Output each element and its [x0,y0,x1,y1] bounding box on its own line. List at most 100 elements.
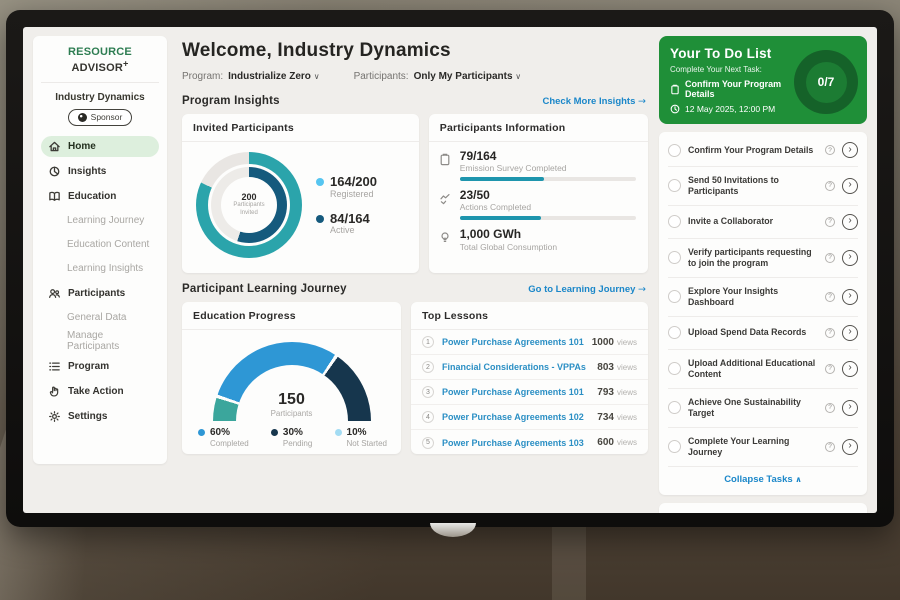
lesson-link[interactable]: Financial Considerations - VPPAs [442,362,589,372]
lesson-link[interactable]: Power Purchase Agreements 102 [442,412,589,422]
task-row[interactable]: Invite a Collaborator ? › [668,206,858,239]
chevron-down-icon: ∨ [314,72,320,81]
task-row[interactable]: Send 50 Invitations to Participants ? › [668,167,858,206]
lesson-views: 600views [597,437,637,448]
task-go-button[interactable]: › [842,361,858,377]
lesson-views: 793views [597,387,637,398]
info-icon[interactable]: ? [825,217,835,227]
task-go-button[interactable]: › [842,400,858,416]
arrow-right-icon: → [638,96,646,107]
task-row[interactable]: Confirm Your Program Details ? › [668,134,858,167]
lesson-views: 1000views [592,337,637,348]
lesson-link[interactable]: Power Purchase Agreements 101 [442,337,584,347]
info-icon[interactable]: ? [825,328,835,338]
lesson-rank: 5 [422,437,434,449]
info-icon[interactable]: ? [825,181,835,191]
participants-filter-value[interactable]: Only My Participants [414,71,513,82]
education-progress-card: Education Progress 150 Participants 60%C… [182,302,401,454]
sidebar-item-take-action[interactable]: Take Action [41,381,159,402]
info-icon[interactable]: ? [825,292,835,302]
task-go-button[interactable]: › [842,250,858,266]
task-row[interactable]: Upload Additional Educational Content ? … [668,350,858,389]
info-icon[interactable]: ? [825,145,835,155]
task-row[interactable]: Explore Your Insights Dashboard ? › [668,278,858,317]
sidebar-item-manage-participants[interactable]: Manage Participants [41,332,159,351]
task-go-button[interactable]: › [842,142,858,158]
go-to-learning-journey-link[interactable]: Go to Learning Journey → [528,284,646,295]
sidebar-item-insights[interactable]: Insights [41,161,159,182]
lesson-row: 4 Power Purchase Agreements 102 734views [411,405,648,430]
gauge-center-label: Participants [271,409,313,418]
task-checkbox[interactable] [668,290,681,303]
sidebar-item-education-content[interactable]: Education Content [41,235,159,254]
task-go-button[interactable]: › [842,214,858,230]
list-icon [48,360,61,373]
task-checkbox[interactable] [668,251,681,264]
task-checkbox[interactable] [668,179,681,192]
legend-dot-completed [198,429,205,436]
task-row[interactable]: Upload Spend Data Records ? › [668,317,858,350]
lesson-views: 803views [597,362,637,373]
clipboard-icon [439,150,452,181]
task-row[interactable]: Achieve One Sustainability Target ? › [668,389,858,428]
logo-secondary: ADVISOR+ [71,62,128,74]
invited-participants-card: Invited Participants 200 Participants In… [182,114,419,273]
section-title-learning-journey: Participant Learning Journey [182,283,347,295]
recent-news-card: Recent News [659,503,867,513]
stat-actions: 23/50 Actions Completed [439,189,636,220]
sidebar-item-program[interactable]: Program [41,356,159,377]
participants-filter[interactable]: Participants:Only My Participants ∨ [354,71,522,82]
task-checkbox[interactable] [668,144,681,157]
info-icon[interactable]: ? [825,364,835,374]
sidebar-item-learning-insights[interactable]: Learning Insights [41,259,159,278]
sidebar-item-settings[interactable]: Settings [41,406,159,427]
legend-active: 84/164 Active [316,212,377,236]
task-go-button[interactable]: › [842,289,858,305]
info-icon[interactable]: ? [825,403,835,413]
task-checkbox[interactable] [668,215,681,228]
gauge-center-value: 150 [278,391,305,409]
sidebar-item-education[interactable]: Education [41,186,159,207]
participants-information-card: Participants Information 79/164 Emission… [429,114,648,273]
home-icon [48,140,61,153]
program-filter[interactable]: Program:Industrialize Zero ∨ [182,71,320,82]
legend-dot-pending [271,429,278,436]
check-more-insights-link[interactable]: Check More Insights → [542,96,646,107]
task-row[interactable]: Verify participants requesting to join t… [668,239,858,278]
task-checkbox[interactable] [668,440,681,453]
sidebar-item-home[interactable]: Home [41,136,159,157]
task-go-button[interactable]: › [842,178,858,194]
clock-icon [670,104,680,114]
logo-plus: + [123,58,129,68]
todo-progress-value: 0/7 [806,62,847,103]
top-lessons-card: Top Lessons 1 Power Purchase Agreements … [411,302,648,454]
lesson-link[interactable]: Power Purchase Agreements 101 [442,387,589,397]
sponsor-icon [78,113,87,122]
task-checkbox[interactable] [668,326,681,339]
legend-registered: 164/200 Registered [316,175,377,199]
lesson-link[interactable]: Power Purchase Agreements 103 [442,438,589,448]
lesson-rank: 4 [422,411,434,423]
info-icon[interactable]: ? [825,253,835,263]
stat-consumption: 1,000 GWh Total Global Consumption [439,228,636,255]
lesson-row: 2 Financial Considerations - VPPAs 803vi… [411,355,648,380]
sidebar-item-general-data[interactable]: General Data [41,308,159,327]
task-row[interactable]: Complete Your Learning Journey ? › [668,428,858,467]
todo-hero-card: Your To Do List Complete Your Next Task:… [659,36,867,124]
info-icon[interactable]: ? [825,442,835,452]
sidebar-item-learning-journey[interactable]: Learning Journey [41,211,159,230]
legend-pending: 30%Pending [271,427,312,448]
actions-icon [439,189,452,220]
sponsor-badge: Sponsor [68,109,132,126]
collapse-tasks-link[interactable]: Collapse Tasks ∧ [724,474,802,485]
task-checkbox[interactable] [668,401,681,414]
lesson-row: 3 Power Purchase Agreements 101 793views [411,380,648,405]
lesson-row: 5 Power Purchase Agreements 103 600views [411,430,648,455]
task-go-button[interactable]: › [842,325,858,341]
program-filter-value[interactable]: Industrialize Zero [228,71,311,82]
lesson-rank: 2 [422,361,434,373]
invited-participants-title: Invited Participants [182,114,419,142]
task-go-button[interactable]: › [842,439,858,455]
sidebar-item-participants[interactable]: Participants [41,283,159,304]
task-checkbox[interactable] [668,362,681,375]
